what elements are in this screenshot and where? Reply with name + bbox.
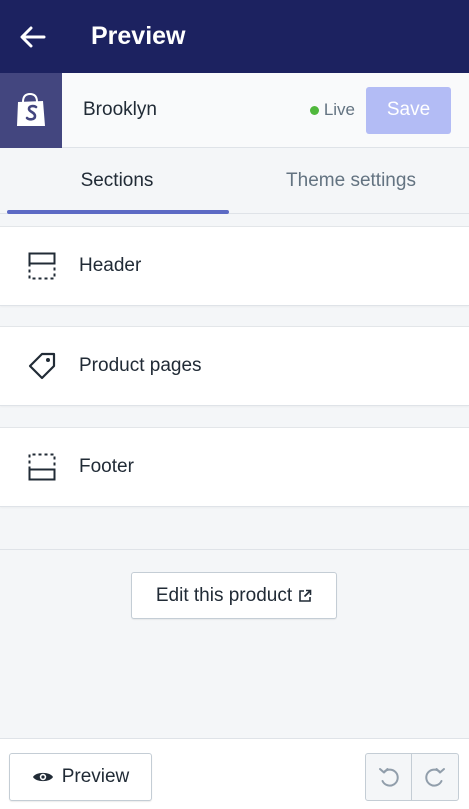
edit-product-button[interactable]: Edit this product <box>131 572 337 619</box>
tab-theme-settings[interactable]: Theme settings <box>234 148 468 214</box>
tab-bar: Sections Theme settings <box>0 148 469 214</box>
save-button[interactable]: Save <box>366 86 451 134</box>
eye-icon <box>32 770 54 784</box>
section-item-label: Product pages <box>79 355 202 376</box>
top-bar: Preview <box>0 0 469 73</box>
preview-button-label: Preview <box>61 766 130 787</box>
undo-button[interactable] <box>366 754 413 800</box>
external-link-icon <box>298 589 312 603</box>
undo-redo-group <box>365 753 459 801</box>
tab-theme-settings-label: Theme settings <box>286 170 416 191</box>
tag-icon <box>28 352 56 380</box>
back-button[interactable] <box>0 0 66 73</box>
arrow-left-icon <box>20 26 46 47</box>
section-item-label: Header <box>79 255 142 276</box>
theme-bar: Brooklyn Live Save <box>0 72 469 148</box>
page-title: Preview <box>91 22 186 50</box>
redo-button[interactable] <box>412 754 458 800</box>
section-item-label: Footer <box>79 456 134 477</box>
footer-layout-icon <box>28 453 56 481</box>
active-tab-underline <box>7 210 229 214</box>
section-item-header[interactable]: Header <box>0 226 469 306</box>
tab-sections[interactable]: Sections <box>0 148 234 214</box>
preview-button[interactable]: Preview <box>9 753 152 801</box>
section-item-product-pages[interactable]: Product pages <box>0 326 469 406</box>
tab-sections-label: Sections <box>80 170 154 191</box>
live-dot-icon <box>309 105 319 115</box>
shopify-bag-icon <box>17 92 45 126</box>
bottom-bar: Preview <box>0 738 469 809</box>
section-item-footer[interactable]: Footer <box>0 427 469 507</box>
shopify-logo <box>0 72 62 148</box>
divider <box>0 549 469 550</box>
redo-icon <box>425 768 445 787</box>
theme-name: Brooklyn <box>83 99 157 120</box>
edit-product-label: Edit this product <box>155 584 293 606</box>
live-status: Live <box>309 100 355 120</box>
undo-icon <box>378 768 399 787</box>
live-status-text: Live <box>323 100 355 119</box>
header-layout-icon <box>28 252 56 280</box>
